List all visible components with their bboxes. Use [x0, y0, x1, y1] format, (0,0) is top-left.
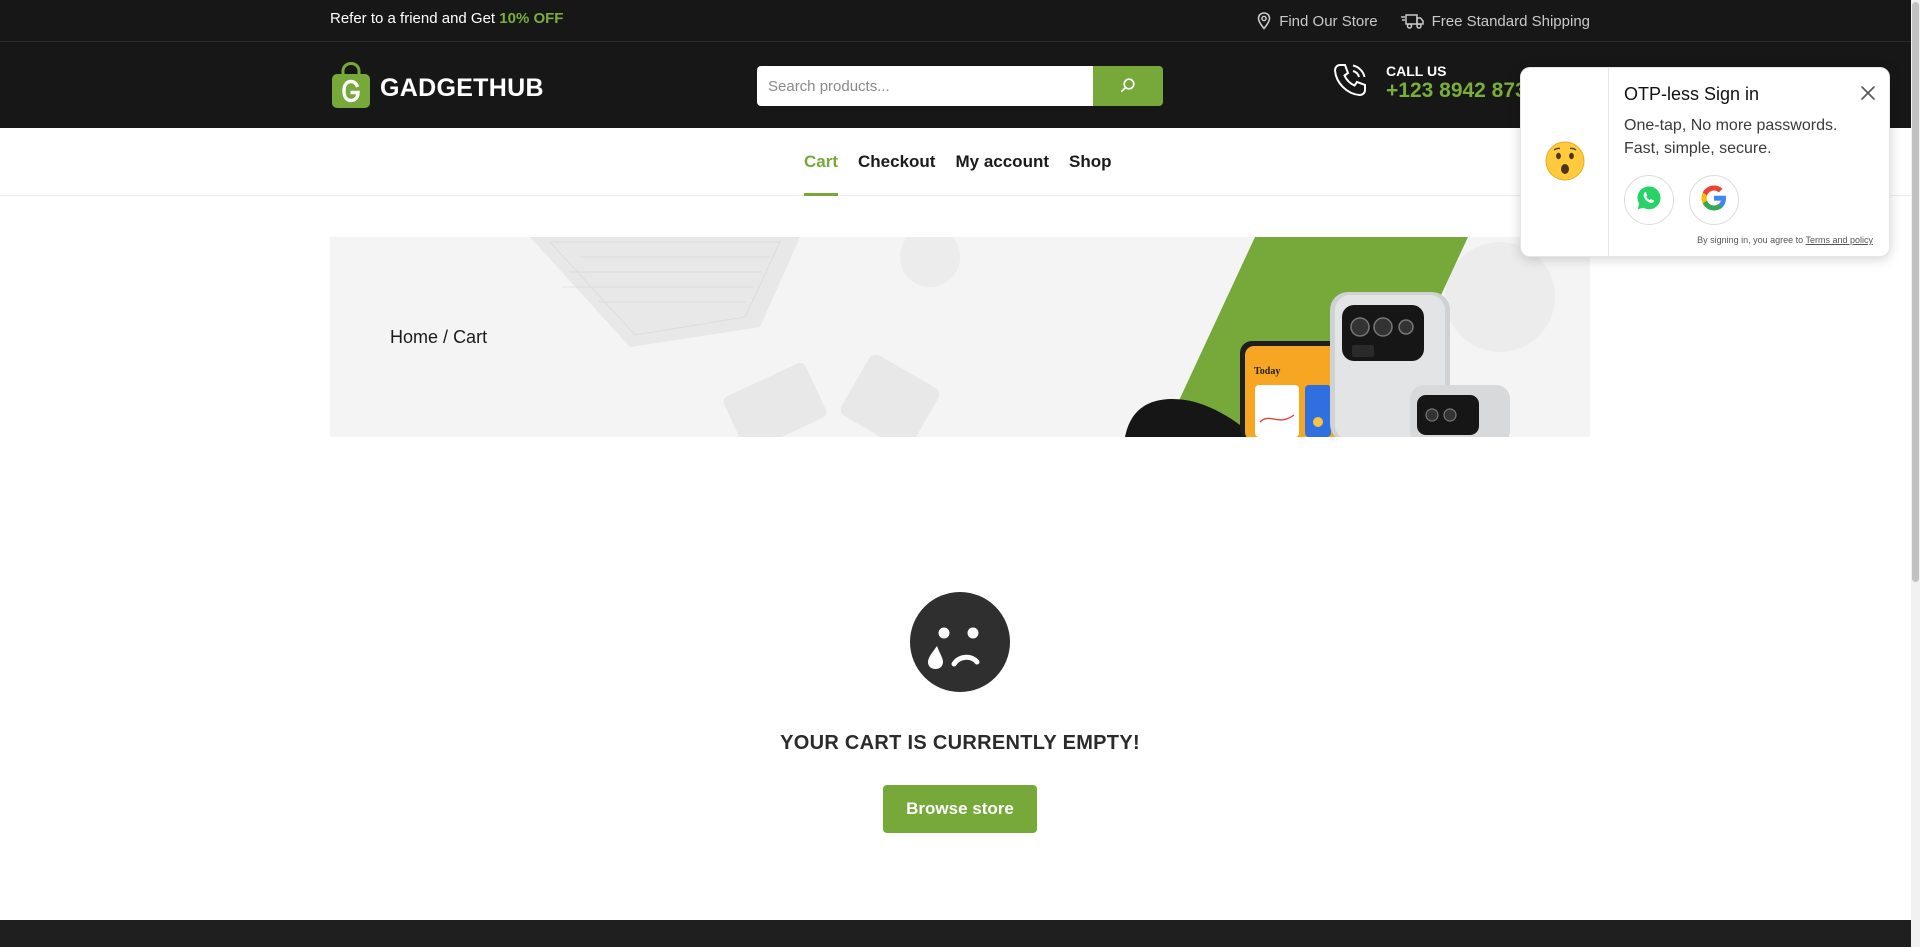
otp-description-line2: Fast, simple, secure.	[1624, 140, 1772, 157]
top-bar: Refer to a friend and Get 10% OFF Find O…	[0, 0, 1920, 42]
nav-item-shop[interactable]: Shop	[1069, 128, 1112, 196]
site-logo[interactable]: GADGETHUB	[330, 61, 544, 115]
breadcrumb-home[interactable]: Home	[390, 327, 438, 347]
call-number: +123 8942 873	[1386, 78, 1527, 102]
banner-illustration: Today	[530, 237, 1555, 437]
nav-item-checkout[interactable]: Checkout	[858, 128, 935, 196]
nav-item-cart[interactable]: Cart	[804, 128, 839, 196]
otp-description-line1: One-tap, No more passwords.	[1624, 117, 1838, 134]
search-button[interactable]	[1093, 66, 1163, 106]
search-input[interactable]	[757, 66, 1093, 106]
shopping-bag-logo-icon	[330, 61, 372, 115]
promo-banner: Refer to a friend and Get 10% OFF	[330, 0, 563, 42]
breadcrumb: Home / Cart	[390, 327, 487, 348]
empty-cart-section: YOUR CART IS CURRENTLY EMPTY! Browse sto…	[0, 592, 1920, 833]
shipping-info: Free Standard Shipping	[1400, 12, 1590, 30]
surprised-emoji-icon	[1545, 141, 1585, 186]
sad-face-icon	[910, 592, 1010, 692]
terms-link[interactable]: Terms and policy	[1805, 235, 1873, 245]
breadcrumb-separator: /	[443, 327, 449, 347]
page: Refer to a friend and Get 10% OFF Find O…	[0, 0, 1920, 947]
delivery-truck-icon	[1400, 12, 1424, 30]
top-bar-links: Find Our Store Free Standard Shipping	[1257, 0, 1590, 42]
otp-description: One-tap, No more passwords. Fast, simple…	[1624, 114, 1874, 160]
whatsapp-icon	[1636, 185, 1662, 216]
call-text: CALL US +123 8942 873	[1386, 63, 1527, 103]
google-signin-button[interactable]	[1689, 175, 1739, 225]
page-banner: Today Home / Cart	[330, 237, 1590, 437]
location-pin-icon	[1257, 12, 1271, 30]
google-icon	[1700, 184, 1728, 217]
breadcrumb-current: Cart	[453, 327, 488, 347]
otp-signin-options	[1624, 175, 1739, 225]
otp-title: OTP-less Sign in	[1624, 84, 1760, 104]
page-scrollbar[interactable]	[1911, 0, 1920, 947]
shipping-label: Free Standard Shipping	[1431, 12, 1590, 30]
browse-store-button[interactable]: Browse store	[883, 785, 1037, 833]
search-icon	[1120, 77, 1136, 96]
logo-text: GADGETHUB	[380, 74, 544, 102]
otp-signin-popup: OTP-less Sign in One-tap, No more passwo…	[1520, 67, 1890, 257]
footer	[0, 920, 1920, 947]
empty-cart-message: YOUR CART IS CURRENTLY EMPTY!	[780, 732, 1140, 754]
nav-list: Cart Checkout My account Shop	[804, 128, 1112, 196]
call-us[interactable]: CALL US +123 8942 873	[1332, 62, 1527, 103]
terms-prefix: By signing in, you agree to	[1697, 235, 1806, 245]
nav-item-my-account[interactable]: My account	[955, 128, 1049, 196]
promo-highlight: 10% OFF	[499, 10, 564, 27]
search-bar	[757, 66, 1163, 106]
scrollbar-thumb[interactable]	[1912, 2, 1919, 582]
promo-text: Refer to a friend and Get	[330, 10, 500, 27]
phone-icon	[1332, 62, 1368, 103]
svg-text:Today: Today	[1254, 366, 1280, 377]
call-label: CALL US	[1386, 62, 1447, 79]
find-store-label: Find Our Store	[1279, 12, 1378, 30]
find-store-link[interactable]: Find Our Store	[1257, 12, 1378, 30]
whatsapp-signin-button[interactable]	[1624, 175, 1674, 225]
close-icon[interactable]	[1859, 84, 1877, 102]
otp-emoji-panel	[1521, 68, 1609, 256]
otp-terms: By signing in, you agree to Terms and po…	[1697, 235, 1873, 245]
